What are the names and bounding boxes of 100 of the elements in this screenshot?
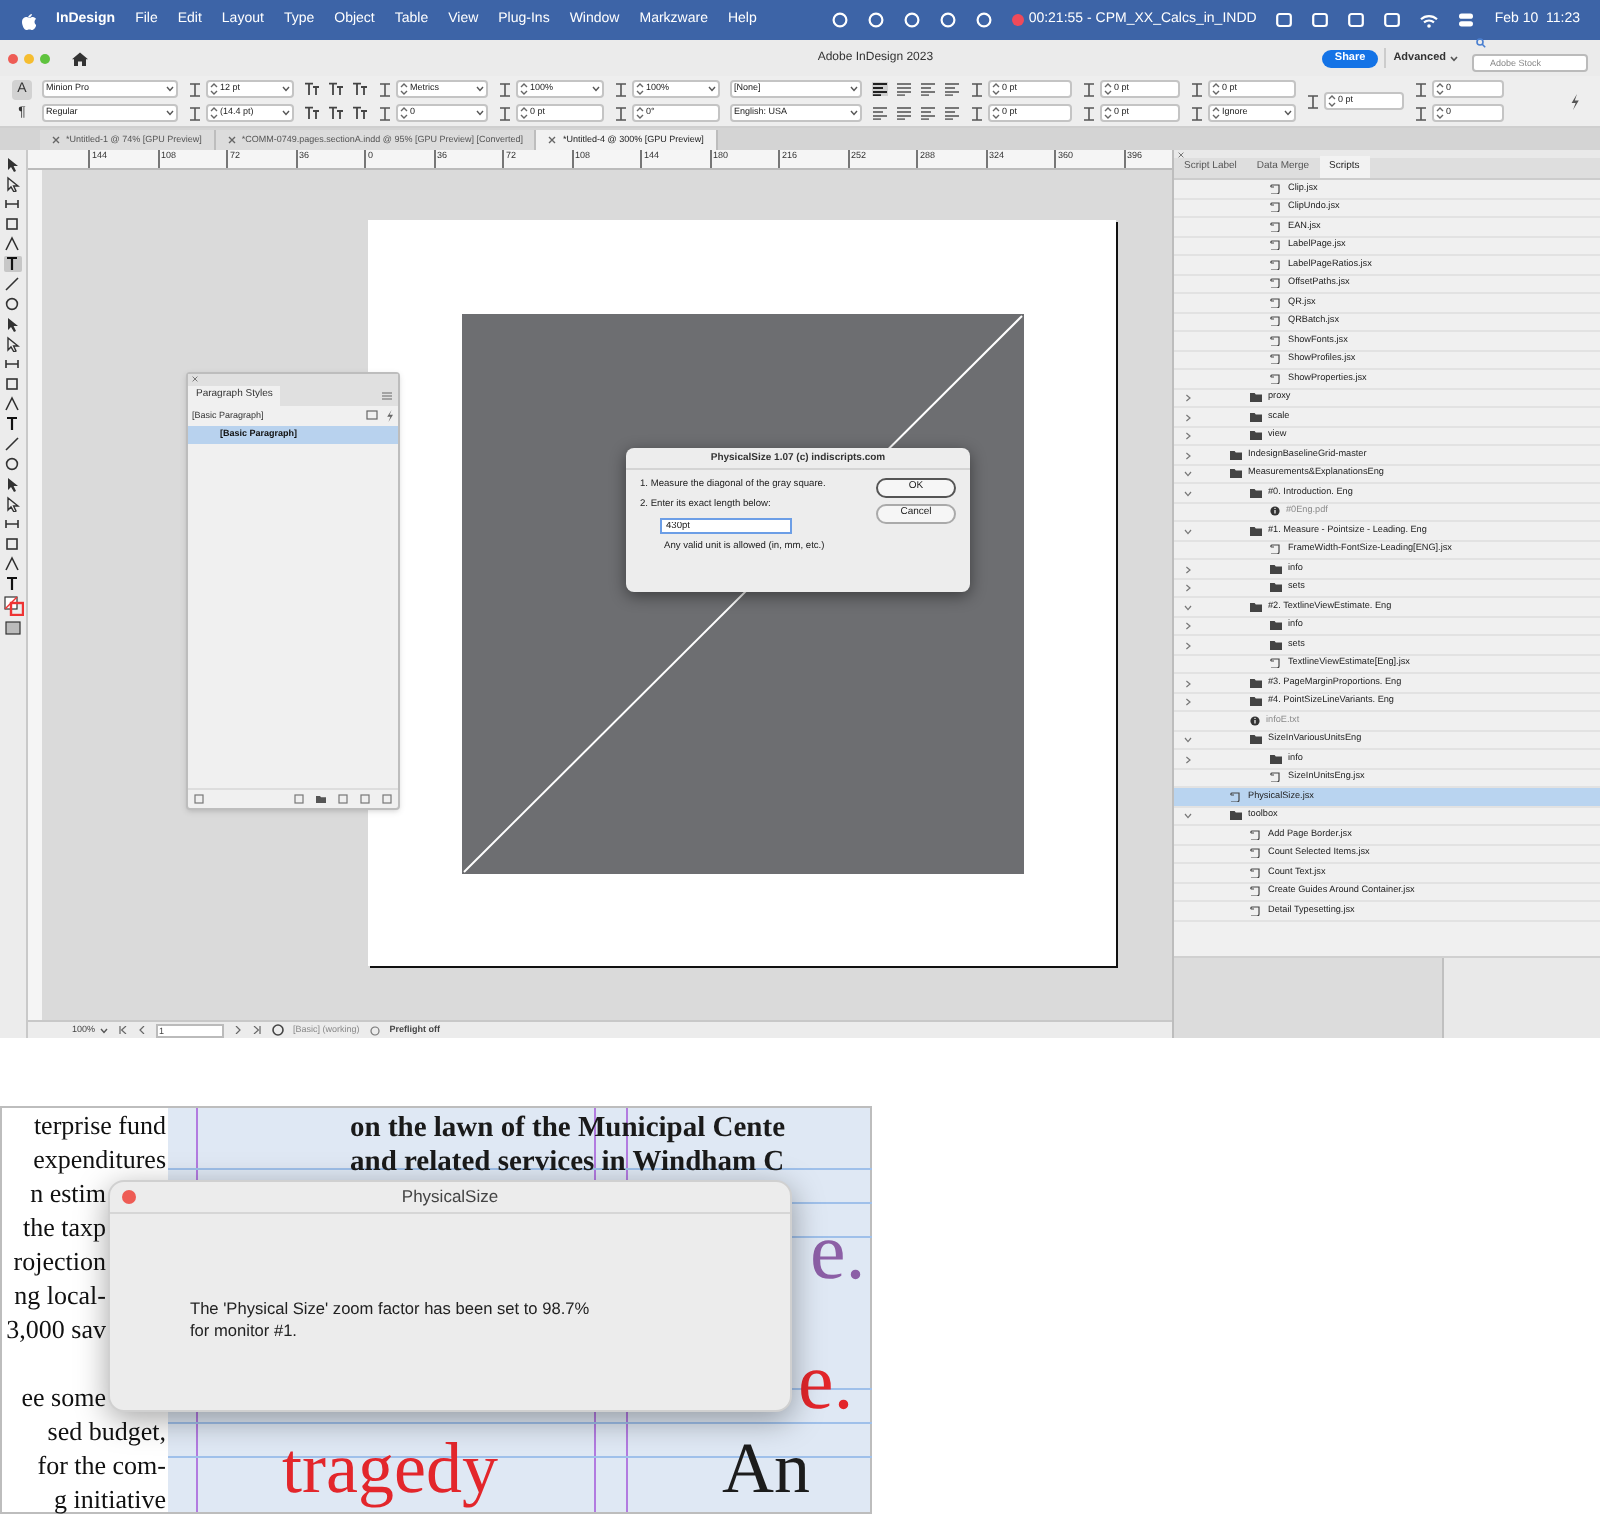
- headline-text: and related services in Windham C: [350, 1146, 785, 1180]
- chevron-right-icon[interactable]: [1184, 698, 1192, 706]
- chevron-right-icon[interactable]: [1184, 679, 1192, 687]
- tool-icon[interactable]: [4, 236, 22, 252]
- close-window-icon[interactable]: [8, 53, 18, 63]
- chevron-down-icon[interactable]: [1184, 489, 1192, 497]
- close-icon[interactable]: [548, 136, 557, 144]
- chevron-down-icon[interactable]: [1184, 812, 1192, 820]
- tool-icon[interactable]: [4, 536, 22, 552]
- tool-icon[interactable]: [4, 576, 22, 592]
- menu-extra-icon[interactable]: [868, 12, 885, 28]
- tool-icon[interactable]: [4, 396, 22, 412]
- chevron-right-icon[interactable]: [1184, 432, 1192, 440]
- menu-extra-icon[interactable]: [832, 12, 849, 28]
- tool-icon[interactable]: [4, 516, 22, 532]
- script-icon: [1270, 183, 1282, 194]
- tool-icon[interactable]: [4, 356, 22, 372]
- tool-icon[interactable]: [4, 376, 22, 392]
- folder-icon[interactable]: [316, 794, 326, 804]
- align-icon[interactable]: [872, 82, 888, 96]
- script-icon: [1270, 297, 1282, 308]
- chevron-right-icon[interactable]: [1184, 394, 1192, 402]
- tool-icon[interactable]: [4, 456, 22, 472]
- chevron-right-icon[interactable]: [1184, 584, 1192, 592]
- text-style-icon[interactable]: [352, 106, 368, 120]
- text-style-icon[interactable]: [304, 106, 320, 120]
- field-icon: [1082, 81, 1096, 97]
- script-icon: [1270, 544, 1282, 555]
- tool-icon[interactable]: [4, 156, 22, 172]
- tool-icon[interactable]: [4, 556, 22, 572]
- field-icon: [378, 105, 392, 121]
- menu-extra-icon[interactable]: [1276, 12, 1293, 28]
- home-icon[interactable]: [72, 51, 88, 65]
- body-text: sed budget,: [47, 1414, 166, 1448]
- chevron-right-icon[interactable]: [1184, 622, 1192, 630]
- field-icon: [498, 105, 512, 121]
- apple-icon[interactable]: [20, 11, 36, 29]
- tool-icon[interactable]: [4, 256, 22, 272]
- text-style-icon[interactable]: [328, 106, 344, 120]
- tool-icon[interactable]: [4, 216, 22, 232]
- script-icon: [1250, 848, 1262, 859]
- tool-icon[interactable]: [4, 416, 22, 432]
- chevron-down-icon[interactable]: [1184, 603, 1192, 611]
- menu-extra-icon[interactable]: [904, 12, 921, 28]
- chevron-right-icon[interactable]: [1184, 451, 1192, 459]
- tool-icon[interactable]: [4, 276, 22, 292]
- view-mode-icon[interactable]: [4, 620, 22, 636]
- script-icon: [1270, 202, 1282, 213]
- script-icon: [1270, 278, 1282, 289]
- menu-extra-icon[interactable]: [940, 12, 957, 28]
- stepper-icon: [1212, 106, 1220, 120]
- field-icon: [1190, 105, 1204, 121]
- chevron-down-icon: [850, 110, 858, 116]
- close-icon[interactable]: [1178, 151, 1184, 157]
- control-center-icon[interactable]: [1458, 12, 1475, 28]
- script-icon: [1270, 221, 1282, 232]
- open-page-icon[interactable]: [271, 1024, 284, 1036]
- script-icon: [1250, 905, 1262, 916]
- close-icon[interactable]: [227, 136, 236, 144]
- chevron-right-icon[interactable]: [1184, 565, 1192, 573]
- close-icon[interactable]: [52, 136, 60, 144]
- stepper-icon: [400, 82, 408, 96]
- tool-icon[interactable]: [4, 496, 22, 512]
- chevron-down-icon[interactable]: [1184, 470, 1192, 478]
- lightning-icon[interactable]: [386, 410, 394, 422]
- first-page-icon[interactable]: [117, 1026, 128, 1034]
- menu-extra-icon[interactable]: [1312, 12, 1329, 28]
- wifi-icon[interactable]: [1420, 13, 1439, 27]
- chevron-right-icon[interactable]: [1184, 755, 1192, 763]
- last-page-icon[interactable]: [251, 1026, 262, 1034]
- close-window-icon[interactable]: [122, 1190, 136, 1204]
- script-icon: [1270, 772, 1282, 783]
- menu-extra-icon[interactable]: [1348, 12, 1365, 28]
- stepper-icon: [1104, 82, 1112, 96]
- tool-icon[interactable]: [4, 176, 22, 192]
- tool-icon[interactable]: [4, 296, 22, 312]
- tool-icon[interactable]: [4, 336, 22, 352]
- field-icon: [1082, 105, 1096, 121]
- text-style-icon[interactable]: [328, 82, 344, 96]
- next-page-icon[interactable]: [233, 1026, 242, 1034]
- tool-icon[interactable]: [4, 436, 22, 452]
- chevron-right-icon[interactable]: [1184, 641, 1192, 649]
- text-style-icon[interactable]: [304, 82, 320, 96]
- tool-icon[interactable]: [4, 196, 22, 212]
- tool-icon[interactable]: [4, 316, 22, 332]
- alert-message: The 'Physical Size' zoom factor has been set to 98.7% for monitor #1.: [190, 1298, 592, 1342]
- stepper-icon: [1212, 82, 1220, 96]
- text-style-icon[interactable]: [352, 82, 368, 96]
- menu-extra-icon[interactable]: [976, 12, 993, 28]
- field-icon: [188, 81, 202, 97]
- menu-extra-icon[interactable]: [1384, 12, 1401, 28]
- tool-icon[interactable]: [4, 476, 22, 492]
- field-icon: [614, 105, 628, 121]
- lightning-icon[interactable]: [1570, 93, 1580, 109]
- chevron-right-icon[interactable]: [1184, 413, 1192, 421]
- previous-page-icon[interactable]: [137, 1026, 146, 1034]
- chevron-down-icon[interactable]: [1184, 527, 1192, 535]
- close-icon[interactable]: [192, 376, 198, 382]
- fill-stroke-icon[interactable]: [3, 596, 23, 616]
- chevron-down-icon[interactable]: [1184, 736, 1192, 744]
